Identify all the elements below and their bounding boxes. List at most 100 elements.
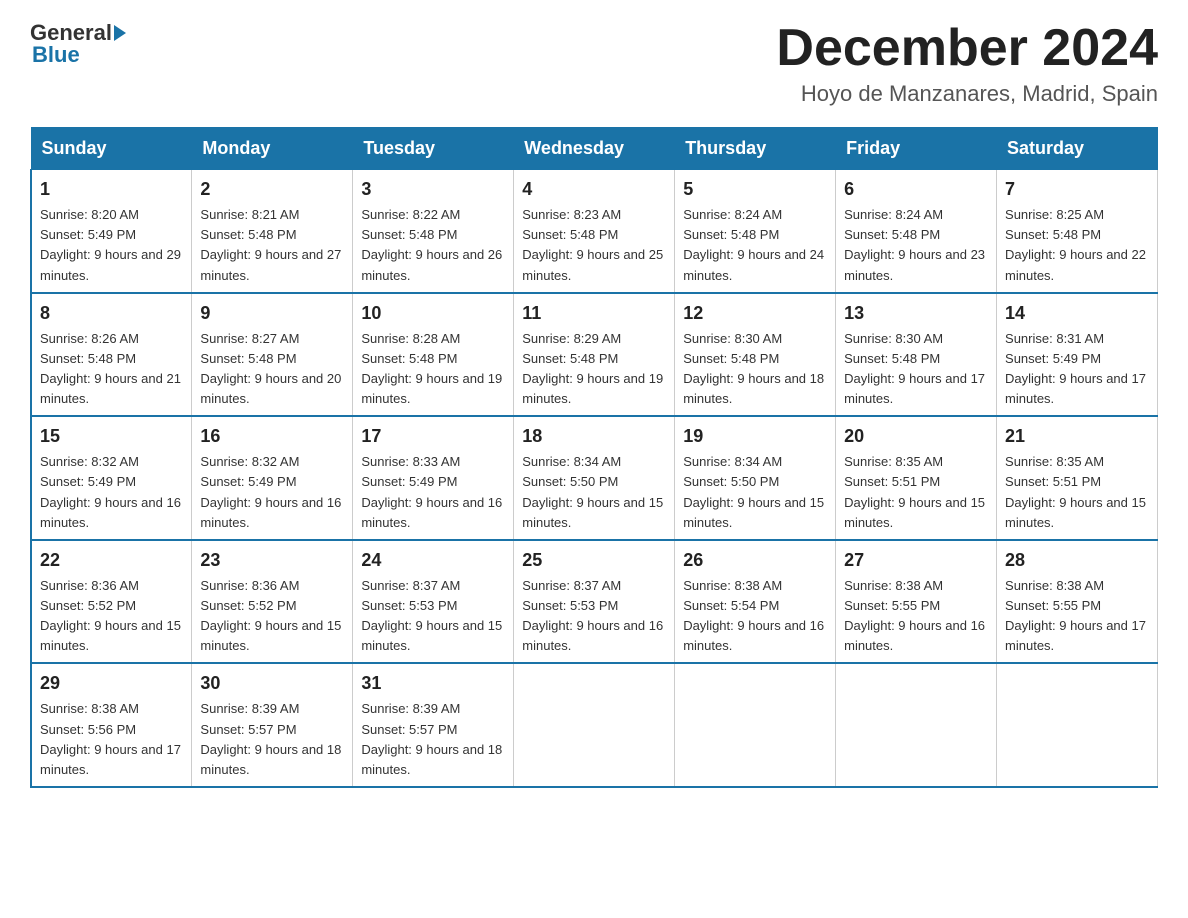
day-number: 26 <box>683 547 827 574</box>
logo-blue-text: Blue <box>32 42 80 68</box>
day-number: 21 <box>1005 423 1149 450</box>
day-info: Sunrise: 8:27 AMSunset: 5:48 PMDaylight:… <box>200 331 341 406</box>
calendar-week-row: 29 Sunrise: 8:38 AMSunset: 5:56 PMDayligh… <box>31 663 1158 787</box>
calendar-week-row: 8 Sunrise: 8:26 AMSunset: 5:48 PMDaylight… <box>31 293 1158 417</box>
calendar-cell: 26 Sunrise: 8:38 AMSunset: 5:54 PMDayligh… <box>675 540 836 664</box>
day-info: Sunrise: 8:28 AMSunset: 5:48 PMDaylight:… <box>361 331 502 406</box>
day-info: Sunrise: 8:22 AMSunset: 5:48 PMDaylight:… <box>361 207 502 282</box>
day-info: Sunrise: 8:37 AMSunset: 5:53 PMDaylight:… <box>361 578 502 653</box>
day-number: 3 <box>361 176 505 203</box>
day-number: 1 <box>40 176 183 203</box>
calendar-cell: 18 Sunrise: 8:34 AMSunset: 5:50 PMDayligh… <box>514 416 675 540</box>
calendar-cell: 30 Sunrise: 8:39 AMSunset: 5:57 PMDayligh… <box>192 663 353 787</box>
location-text: Hoyo de Manzanares, Madrid, Spain <box>776 81 1158 107</box>
day-number: 30 <box>200 670 344 697</box>
day-info: Sunrise: 8:39 AMSunset: 5:57 PMDaylight:… <box>200 701 341 776</box>
day-number: 23 <box>200 547 344 574</box>
calendar-cell: 25 Sunrise: 8:37 AMSunset: 5:53 PMDayligh… <box>514 540 675 664</box>
day-number: 18 <box>522 423 666 450</box>
day-info: Sunrise: 8:24 AMSunset: 5:48 PMDaylight:… <box>844 207 985 282</box>
day-info: Sunrise: 8:33 AMSunset: 5:49 PMDaylight:… <box>361 454 502 529</box>
calendar-week-row: 22 Sunrise: 8:36 AMSunset: 5:52 PMDayligh… <box>31 540 1158 664</box>
column-header-friday: Friday <box>836 128 997 170</box>
day-number: 27 <box>844 547 988 574</box>
day-number: 9 <box>200 300 344 327</box>
day-info: Sunrise: 8:34 AMSunset: 5:50 PMDaylight:… <box>522 454 663 529</box>
day-number: 5 <box>683 176 827 203</box>
day-info: Sunrise: 8:32 AMSunset: 5:49 PMDaylight:… <box>40 454 181 529</box>
calendar-cell: 13Sunrise: 8:30 AMSunset: 5:48 PMDayligh… <box>836 293 997 417</box>
column-header-monday: Monday <box>192 128 353 170</box>
calendar-cell: 11 Sunrise: 8:29 AMSunset: 5:48 PMDayligh… <box>514 293 675 417</box>
day-number: 20 <box>844 423 988 450</box>
day-number: 16 <box>200 423 344 450</box>
day-info: Sunrise: 8:36 AMSunset: 5:52 PMDaylight:… <box>200 578 341 653</box>
calendar-cell: 17 Sunrise: 8:33 AMSunset: 5:49 PMDayligh… <box>353 416 514 540</box>
day-info: Sunrise: 8:23 AMSunset: 5:48 PMDaylight:… <box>522 207 663 282</box>
calendar-cell <box>997 663 1158 787</box>
calendar-cell: 2 Sunrise: 8:21 AMSunset: 5:48 PMDaylight… <box>192 170 353 293</box>
day-info: Sunrise: 8:38 AMSunset: 5:55 PMDaylight:… <box>844 578 985 653</box>
calendar-cell: 12 Sunrise: 8:30 AMSunset: 5:48 PMDayligh… <box>675 293 836 417</box>
day-info: Sunrise: 8:34 AMSunset: 5:50 PMDaylight:… <box>683 454 824 529</box>
calendar-cell <box>514 663 675 787</box>
day-info: Sunrise: 8:29 AMSunset: 5:48 PMDaylight:… <box>522 331 663 406</box>
day-info: Sunrise: 8:21 AMSunset: 5:48 PMDaylight:… <box>200 207 341 282</box>
day-number: 15 <box>40 423 183 450</box>
day-info: Sunrise: 8:25 AMSunset: 5:48 PMDaylight:… <box>1005 207 1146 282</box>
calendar-cell: 1 Sunrise: 8:20 AMSunset: 5:49 PMDaylight… <box>31 170 192 293</box>
calendar-cell <box>675 663 836 787</box>
calendar-cell: 7 Sunrise: 8:25 AMSunset: 5:48 PMDaylight… <box>997 170 1158 293</box>
column-header-thursday: Thursday <box>675 128 836 170</box>
day-info: Sunrise: 8:37 AMSunset: 5:53 PMDaylight:… <box>522 578 663 653</box>
column-header-wednesday: Wednesday <box>514 128 675 170</box>
calendar-cell: 3 Sunrise: 8:22 AMSunset: 5:48 PMDaylight… <box>353 170 514 293</box>
page-header: General Blue December 2024 Hoyo de Manza… <box>30 20 1158 107</box>
day-info: Sunrise: 8:20 AMSunset: 5:49 PMDaylight:… <box>40 207 181 282</box>
month-title: December 2024 <box>776 20 1158 77</box>
logo: General Blue <box>30 20 128 68</box>
calendar-cell: 29 Sunrise: 8:38 AMSunset: 5:56 PMDayligh… <box>31 663 192 787</box>
day-number: 29 <box>40 670 183 697</box>
day-number: 12 <box>683 300 827 327</box>
calendar-week-row: 1 Sunrise: 8:20 AMSunset: 5:49 PMDaylight… <box>31 170 1158 293</box>
calendar-cell: 16Sunrise: 8:32 AMSunset: 5:49 PMDayligh… <box>192 416 353 540</box>
day-number: 22 <box>40 547 183 574</box>
day-number: 2 <box>200 176 344 203</box>
day-number: 11 <box>522 300 666 327</box>
day-number: 8 <box>40 300 183 327</box>
calendar-cell: 23 Sunrise: 8:36 AMSunset: 5:52 PMDayligh… <box>192 540 353 664</box>
calendar-cell: 21 Sunrise: 8:35 AMSunset: 5:51 PMDayligh… <box>997 416 1158 540</box>
calendar-cell: 19 Sunrise: 8:34 AMSunset: 5:50 PMDayligh… <box>675 416 836 540</box>
day-number: 7 <box>1005 176 1149 203</box>
day-number: 4 <box>522 176 666 203</box>
calendar-cell: 9 Sunrise: 8:27 AMSunset: 5:48 PMDaylight… <box>192 293 353 417</box>
calendar-cell: 24 Sunrise: 8:37 AMSunset: 5:53 PMDayligh… <box>353 540 514 664</box>
day-info: Sunrise: 8:30 AMSunset: 5:48 PMDaylight:… <box>683 331 824 406</box>
day-info: Sunrise: 8:39 AMSunset: 5:57 PMDaylight:… <box>361 701 502 776</box>
calendar-header-row: SundayMondayTuesdayWednesdayThursdayFrid… <box>31 128 1158 170</box>
calendar-cell: 4 Sunrise: 8:23 AMSunset: 5:48 PMDaylight… <box>514 170 675 293</box>
day-number: 17 <box>361 423 505 450</box>
day-number: 28 <box>1005 547 1149 574</box>
day-number: 25 <box>522 547 666 574</box>
day-number: 19 <box>683 423 827 450</box>
day-info: Sunrise: 8:38 AMSunset: 5:54 PMDaylight:… <box>683 578 824 653</box>
day-info: Sunrise: 8:31 AMSunset: 5:49 PMDaylight:… <box>1005 331 1146 406</box>
day-info: Sunrise: 8:35 AMSunset: 5:51 PMDaylight:… <box>1005 454 1146 529</box>
day-number: 31 <box>361 670 505 697</box>
calendar-cell: 6Sunrise: 8:24 AMSunset: 5:48 PMDaylight… <box>836 170 997 293</box>
day-number: 10 <box>361 300 505 327</box>
day-number: 14 <box>1005 300 1149 327</box>
title-area: December 2024 Hoyo de Manzanares, Madrid… <box>776 20 1158 107</box>
calendar-cell <box>836 663 997 787</box>
day-info: Sunrise: 8:24 AMSunset: 5:48 PMDaylight:… <box>683 207 824 282</box>
day-number: 24 <box>361 547 505 574</box>
column-header-saturday: Saturday <box>997 128 1158 170</box>
logo-arrow-icon <box>114 25 126 41</box>
day-info: Sunrise: 8:26 AMSunset: 5:48 PMDaylight:… <box>40 331 181 406</box>
calendar-cell: 31 Sunrise: 8:39 AMSunset: 5:57 PMDayligh… <box>353 663 514 787</box>
column-header-sunday: Sunday <box>31 128 192 170</box>
day-info: Sunrise: 8:38 AMSunset: 5:56 PMDaylight:… <box>40 701 181 776</box>
calendar-cell: 20Sunrise: 8:35 AMSunset: 5:51 PMDayligh… <box>836 416 997 540</box>
